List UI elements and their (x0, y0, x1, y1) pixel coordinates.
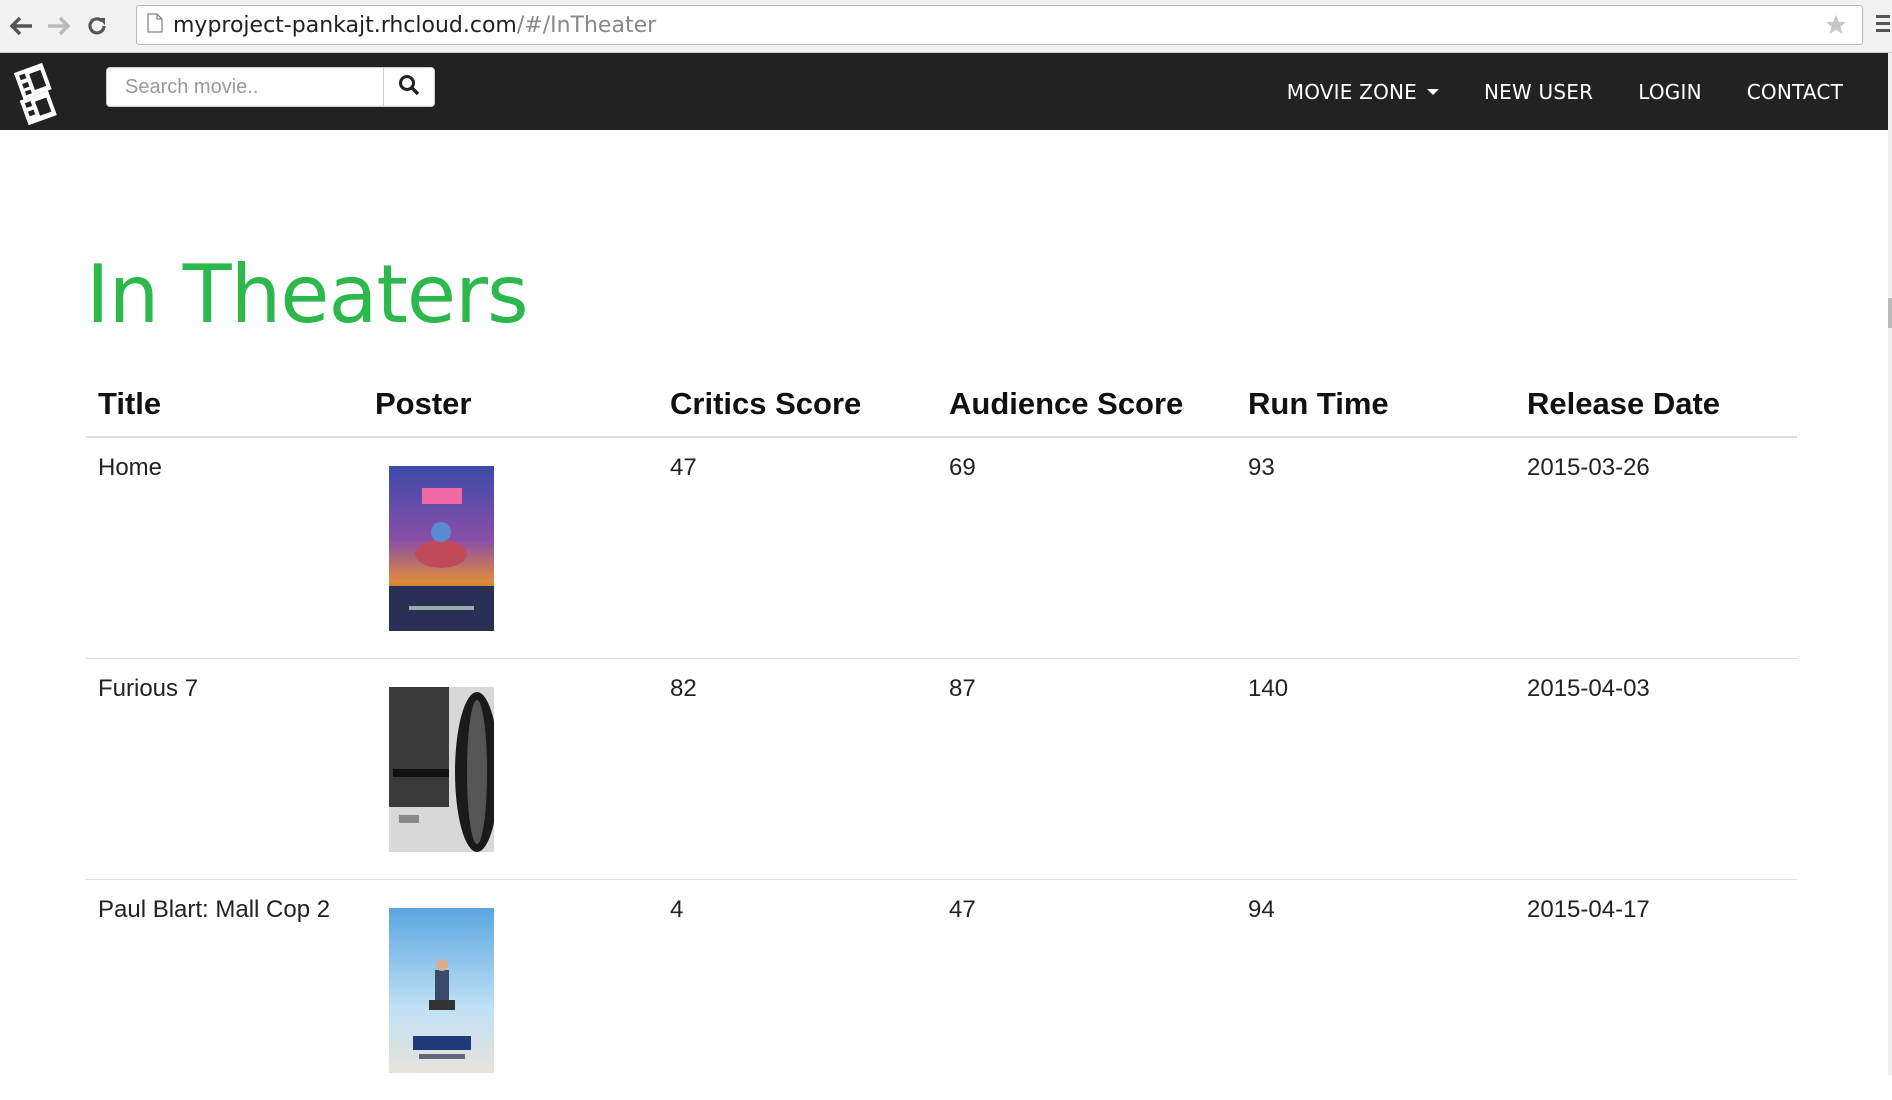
cell-audience-score: 87 (937, 659, 1236, 880)
nav-login[interactable]: LOGIN (1638, 80, 1702, 104)
url-text: myproject-pankajt.rhcloud.com/#/InTheate… (173, 13, 656, 38)
poster-paul-blart-image[interactable] (389, 908, 494, 1073)
header-release-date: Release Date (1515, 380, 1797, 437)
header-title: Title (86, 380, 363, 437)
search-icon (398, 74, 420, 101)
table-header-row: Title Poster Critics Score Audience Scor… (86, 380, 1797, 437)
site-navbar: MOVIE ZONE NEW USER LOGIN CONTACT (0, 53, 1888, 130)
cell-title: Furious 7 (86, 659, 363, 880)
table-row: Home 47 69 93 2015-03-26 (86, 437, 1797, 659)
cell-poster (363, 437, 658, 659)
nav-links: MOVIE ZONE NEW USER LOGIN CONTACT (1242, 53, 1843, 130)
search-button[interactable] (383, 68, 434, 106)
page-icon (147, 13, 163, 38)
page-title: In Theaters (86, 248, 528, 341)
cell-critics-score: 47 (658, 437, 937, 659)
nav-contact[interactable]: CONTACT (1747, 80, 1843, 104)
search-input[interactable] (107, 68, 383, 106)
page-scrollbar[interactable] (1888, 53, 1892, 1075)
cell-run-time: 93 (1236, 437, 1515, 659)
header-audience-score: Audience Score (937, 380, 1236, 437)
table-row: Paul Blart: Mall Cop 2 4 47 94 2015-04-1… (86, 880, 1797, 1100)
cell-audience-score: 47 (937, 880, 1236, 1100)
back-arrow-icon[interactable] (4, 9, 38, 43)
header-poster: Poster (363, 380, 658, 437)
address-bar[interactable]: myproject-pankajt.rhcloud.com/#/InTheate… (136, 5, 1863, 45)
cell-critics-score: 4 (658, 880, 937, 1100)
browser-menu-icon[interactable] (1876, 14, 1890, 41)
poster-home-image[interactable] (389, 466, 494, 631)
header-run-time: Run Time (1236, 380, 1515, 437)
url-host: myproject-pankajt.rhcloud.com (173, 13, 517, 38)
cell-poster (363, 659, 658, 880)
film-reel-logo-icon[interactable] (8, 59, 74, 125)
poster-furious-7-image[interactable] (389, 687, 494, 852)
bookmark-star-icon[interactable] (1824, 13, 1848, 42)
forward-arrow-icon[interactable] (42, 9, 76, 43)
cell-title: Home (86, 437, 363, 659)
header-critics-score: Critics Score (658, 380, 937, 437)
reload-icon[interactable] (80, 9, 114, 43)
cell-critics-score: 82 (658, 659, 937, 880)
cell-release-date: 2015-04-03 (1515, 659, 1797, 880)
caret-down-icon (1427, 89, 1439, 95)
search-form (106, 67, 435, 107)
cell-release-date: 2015-04-17 (1515, 880, 1797, 1100)
movies-table: Title Poster Critics Score Audience Scor… (86, 380, 1797, 1100)
scrollbar-thumb[interactable] (1888, 298, 1892, 328)
nav-movie-zone-label: MOVIE ZONE (1287, 80, 1417, 104)
nav-movie-zone-dropdown[interactable]: MOVIE ZONE (1287, 80, 1439, 104)
cell-release-date: 2015-03-26 (1515, 437, 1797, 659)
browser-toolbar: myproject-pankajt.rhcloud.com/#/InTheate… (0, 0, 1892, 53)
cell-run-time: 140 (1236, 659, 1515, 880)
cell-title: Paul Blart: Mall Cop 2 (86, 880, 363, 1100)
nav-new-user[interactable]: NEW USER (1484, 80, 1593, 104)
cell-audience-score: 69 (937, 437, 1236, 659)
cell-run-time: 94 (1236, 880, 1515, 1100)
table-row: Furious 7 82 87 140 2015-04-03 (86, 659, 1797, 880)
cell-poster (363, 880, 658, 1100)
url-path: /#/InTheater (517, 13, 656, 38)
